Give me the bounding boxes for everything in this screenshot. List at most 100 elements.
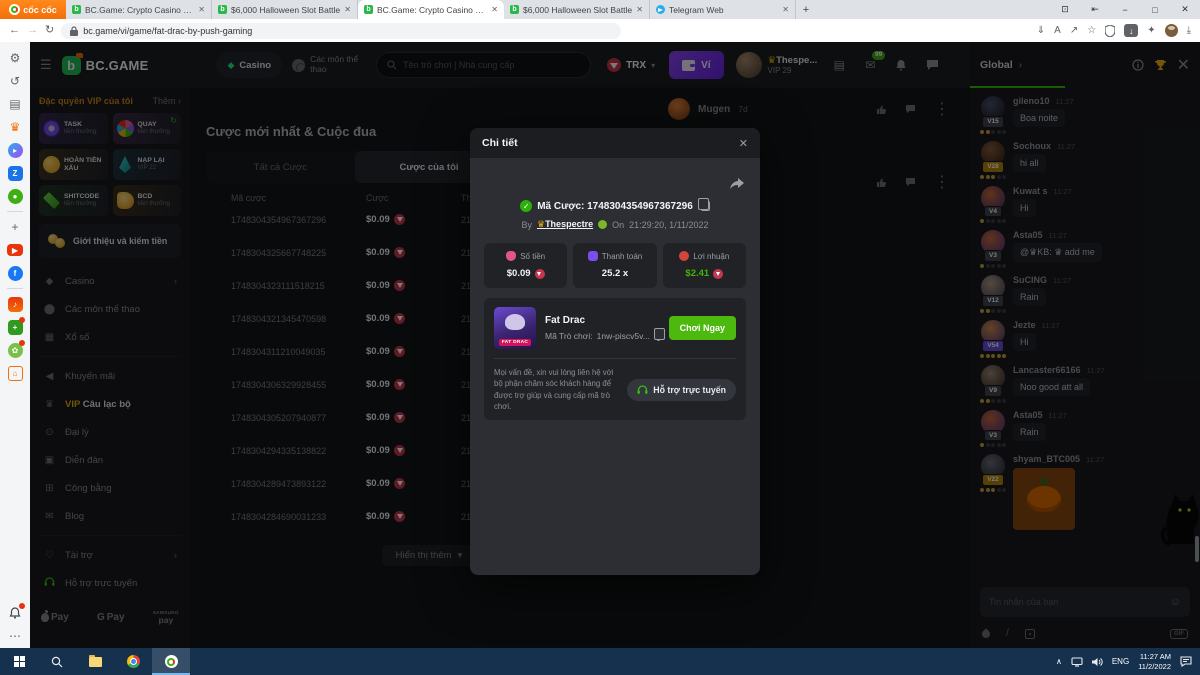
bookmark-star-icon[interactable]: ☆ [1087,25,1096,36]
taskbar-clock[interactable]: 11:27 AM 11/2/2022 [1138,652,1171,671]
crown-icon: ♛ [537,219,545,229]
address-bar[interactable]: bc.game/vi/game/fat-drac-by-push-gaming [61,23,621,39]
live-support-button[interactable]: Hỗ trợ trực tuyến [627,379,736,401]
download-manager-icon[interactable]: ↓ [1124,24,1138,37]
save-page-icon[interactable]: ⇓ [1037,25,1045,36]
search-icon [51,656,63,668]
tab-close-icon[interactable]: ✕ [344,5,351,14]
divider [494,358,736,359]
bcgame-favicon [364,5,373,14]
bet-author-row: By ♛Thespectre On 21:29:20, 1/11/2022 [484,219,746,230]
folder-icon [89,657,102,667]
tab-bcgame-2-active[interactable]: BC.Game: Crypto Casino Gan ✕ [358,0,504,19]
youtube-icon[interactable]: ▶ [7,242,23,258]
tab-close-icon[interactable]: ✕ [491,5,498,14]
game-name: Fat Drac [545,315,660,326]
stat-amount: Số tiền $0.09 [484,243,567,288]
gift-icon[interactable]: + [7,319,23,335]
bet-code-row: ✓ Mã Cược: 1748304354967367296 [484,200,746,212]
copy-icon[interactable] [701,201,710,211]
file-explorer-button[interactable] [76,648,114,675]
tab-halloween-1[interactable]: $6,000 Halloween Slot Battle ✕ [212,0,358,19]
reading-list-icon[interactable]: ▤ [7,96,23,112]
extensions-puzzle-icon[interactable]: ✦ [1147,25,1155,36]
volume-icon[interactable] [1092,657,1103,667]
messenger-icon[interactable]: ▸ [7,142,23,158]
windows-taskbar: ∧ ENG 11:27 AM 11/2/2022 [0,648,1200,675]
add-shortcut-icon[interactable]: + [7,219,23,235]
window-controls: ⊡ ⇤ − □ ✕ [1050,0,1200,19]
modal-header: Chi tiết ✕ [470,128,760,158]
history-icon[interactable]: ↺ [7,73,23,89]
browser-profile-avatar[interactable] [1165,24,1178,37]
shopping-cart-icon[interactable]: ⌂ [7,365,23,381]
translate-icon[interactable]: A [1054,25,1061,36]
promo-calendar-icon[interactable]: ♪ [7,296,23,312]
frog-emote-icon [598,220,607,229]
window-close-button[interactable]: ✕ [1170,0,1200,19]
url-text: bc.game/vi/game/fat-drac-by-push-gaming [83,26,252,36]
action-center-icon[interactable] [1180,656,1192,667]
games-icon[interactable]: ● [7,188,23,204]
share-bet-icon[interactable] [730,178,744,190]
promo-green-icon[interactable]: ✿ [7,342,23,358]
network-icon[interactable] [1071,657,1083,667]
settings-gear-icon[interactable]: ⚙ [7,50,23,66]
bet-code-value: 1748304354967367296 [587,201,693,212]
tray-expand-icon[interactable]: ∧ [1056,657,1062,666]
back-button[interactable]: ← [9,25,20,36]
telegram-favicon [656,5,665,14]
taskbar-search-button[interactable] [38,648,76,675]
tab-close-icon[interactable]: ✕ [636,5,643,14]
tab-telegram[interactable]: Telegram Web ✕ [650,0,796,19]
tab-title: BC.Game: Crypto Casino Gan [377,5,487,15]
trx-coin-icon [713,269,723,279]
reopen-tab-icon[interactable]: ⇤ [1080,0,1110,19]
start-button[interactable] [0,648,38,675]
window-maximize-button[interactable]: □ [1140,0,1170,19]
reload-button[interactable]: ↻ [45,25,54,36]
downloads-icon[interactable]: ⤓ [1187,25,1191,36]
game-card: FAT DRAC Fat Drac Mã Trò chơi:1nw-piscv5… [484,298,746,420]
share-icon[interactable]: ↗ [1070,25,1078,36]
chrome-button[interactable] [114,648,152,675]
tab-close-icon[interactable]: ✕ [198,5,205,14]
tab-bcgame-1[interactable]: BC.Game: Crypto Casino Gan ✕ [66,0,212,19]
tab-title: $6,000 Halloween Slot Battle [231,5,340,15]
adblock-shield-icon[interactable] [1105,25,1115,37]
bcgame-favicon [218,5,227,14]
browser-chrome: cốc cốc BC.Game: Crypto Casino Gan ✕ $6,… [0,0,1200,42]
rail-divider [7,288,23,289]
moneybag-icon [506,251,516,261]
coccoc-brand-button[interactable]: cốc cốc [0,0,66,19]
coccoc-icon [165,655,178,668]
bet-author-link[interactable]: ♛Thespectre [537,219,593,230]
tab-title: Telegram Web [669,5,778,15]
notifications-bell-icon[interactable] [7,605,23,621]
coccoc-button[interactable] [152,648,190,675]
coccoc-search-panel-icon[interactable]: ⊡ [1050,0,1080,19]
facebook-icon[interactable]: f [7,265,23,281]
play-now-button[interactable]: Chơi Ngay [669,316,736,340]
chrome-icon [127,655,140,668]
coccoc-side-rail: ⚙ ↺ ▤ ♛ ▸ Z ● + ▶ f ♪ + ✿ ⌂ ⋯ [0,42,30,648]
headset-icon [637,385,648,395]
crown-rewards-icon[interactable]: ♛ [7,119,23,135]
tab-halloween-2[interactable]: $6,000 Halloween Slot Battle ✕ [504,0,650,19]
bet-datetime: 21:29:20, 1/11/2022 [629,220,708,230]
game-thumbnail[interactable]: FAT DRAC [494,307,536,349]
modal-close-icon[interactable]: ✕ [739,137,748,150]
stat-profit: Lợi nhuận $2.41 [663,243,746,288]
tab-close-icon[interactable]: ✕ [782,5,789,14]
zalo-icon[interactable]: Z [7,165,23,181]
copy-icon[interactable] [657,331,660,341]
rail-more-icon[interactable]: ⋯ [7,628,23,644]
forward-button[interactable]: → [27,25,38,36]
window-minimize-button[interactable]: − [1110,0,1140,19]
system-tray: ∧ ENG 11:27 AM 11/2/2022 [1048,648,1200,675]
coccoc-logo-icon [9,4,20,15]
card-icon [588,251,598,261]
lock-icon [70,26,78,36]
language-indicator[interactable]: ENG [1112,657,1129,666]
new-tab-button[interactable]: + [796,0,816,19]
